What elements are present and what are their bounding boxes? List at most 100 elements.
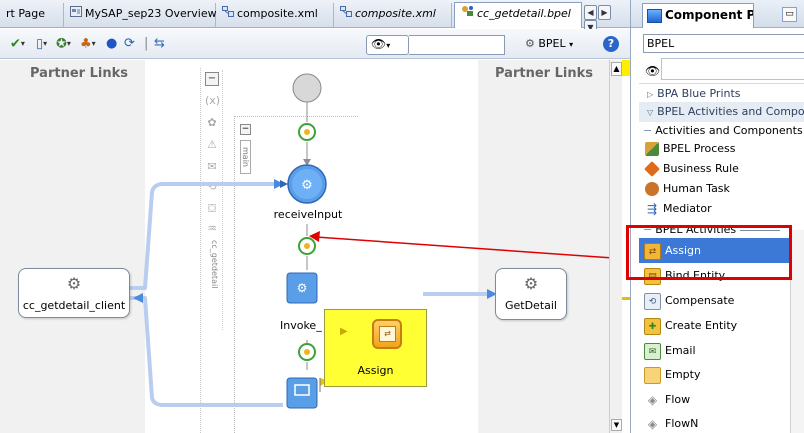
binoculars-icon: 👁 [371,37,387,51]
palette-item-label: Compensate [665,294,735,307]
tab-label: rt Page [6,7,45,20]
tab-composite-1[interactable]: composite.xml [216,3,334,27]
palette-category-dropdown[interactable]: BPEL [643,34,804,53]
tab-composite-2[interactable]: composite.xml [334,3,452,27]
separator: | [144,36,149,51]
people-button[interactable]: ♣▾ [80,37,96,52]
palette-item-email[interactable]: ✉ Email [639,338,804,363]
validate-button[interactable]: ✔▾ [10,37,25,52]
search-options-button[interactable]: 👁▾ [366,35,409,55]
mediator-icon: ⇶ [646,202,658,216]
palette-item-label: Create Entity [665,319,738,332]
bpel-editor: rt Page MySAP_sep23 Overview composite.x… [0,0,630,433]
create-entity-icon: ✚ [644,317,661,335]
collapse-icon: ▽ [647,108,654,117]
bookmark-button[interactable]: ▯▾ [36,37,47,52]
palette-item-label: Email [665,344,696,357]
palette-icon [647,8,662,23]
getdetail-partner-link-label: GetDetail [504,299,557,312]
editor-toolbar: ✔▾ ▯▾ ✪▾ ♣▾ ● ⟳ | ⇆ 👁▾ ⚙ BPEL ▾ ? [0,29,630,59]
search-input[interactable] [409,35,505,55]
dock-marker [622,60,630,76]
start-node [292,73,322,103]
category-label: BPEL Activities and Components [657,105,804,118]
palette-title: Component P... [665,8,754,22]
palette-item-human-task[interactable]: Human Task [639,179,804,199]
editor-tab-bar: rt Page MySAP_sep23 Overview composite.x… [0,0,630,35]
palette-item-empty[interactable]: Empty [639,362,804,387]
palette-item-business-rule[interactable]: Business Rule [639,159,804,179]
palette-item-flown[interactable]: ◈ FlowN [639,411,804,433]
assign-drag-preview: ▶ ⇄ Assign [324,309,427,387]
dock-marker [622,297,630,300]
flow-icon: ◈ [647,392,658,407]
flag-icon: ▶ [340,326,348,337]
expand-button[interactable]: ✪▾ [56,37,71,52]
drop-point [298,343,316,361]
refresh-icon[interactable]: ⟳ [124,37,135,51]
tab-label: cc_getdetail.bpel [477,7,571,20]
tab-start-page[interactable]: rt Page [0,3,64,27]
receive-label: receiveInput [273,208,343,221]
category-bpel-activities[interactable]: ▽BPEL Activities and Components [639,102,804,122]
palette-search-input[interactable] [661,58,804,80]
section-activities-components[interactable]: − Activities and Components [639,121,804,141]
drop-point [298,123,316,141]
human-task-icon [645,182,659,196]
help-button[interactable]: ? [603,36,619,52]
overview-icon [70,3,82,25]
business-rule-icon [644,161,660,177]
tab-overview[interactable]: MySAP_sep23 Overview [64,3,217,27]
svg-text:⚙: ⚙ [301,178,313,193]
tab-scroll-left-button[interactable]: ◀ [584,5,597,20]
palette-item-compensate[interactable]: ⟲ Compensate [639,288,804,313]
receive-activity: ⚙ [287,164,327,204]
client-partner-link[interactable]: ⚙ cc_getdetail_client [18,268,130,318]
palette-item-bpel-process[interactable]: BPEL Process [639,139,804,159]
palette-scrollbar[interactable] [790,230,804,433]
restore-icon[interactable]: ▭ [782,7,797,22]
svg-text:⚙: ⚙ [297,281,308,295]
composite-icon [340,3,352,25]
invoke-label: Invoke_ [280,319,322,332]
palette-item-label: Human Task [663,182,730,195]
palette-item-label: Mediator [663,202,712,215]
palette-item-label: BPEL Process [663,142,736,155]
tab-cc-getdetail-bpel[interactable]: cc_getdetail.bpel [454,2,582,28]
info-icon[interactable]: ● [106,37,117,51]
bpel-version-dropdown[interactable]: ⚙ BPEL ▾ [525,37,573,50]
scroll-up-button[interactable]: ▲ [611,62,622,76]
process-diagram: ⚙ ⚙ [130,73,622,409]
getdetail-partner-link[interactable]: ⚙ GetDetail [495,268,567,320]
palette-item-flow[interactable]: ◈ Flow [639,387,804,412]
palette-item-create-entity[interactable]: ✚ Create Entity [639,313,804,338]
palette-tab[interactable]: Component P... [642,3,754,28]
gear-icon: ⚙ [66,274,82,293]
arrow-head [133,293,143,303]
palette-item-mediator[interactable]: ⇶ Mediator [639,199,804,219]
section-title: Activities and Components [655,124,803,137]
palette-item-label: FlowN [665,417,699,430]
scroll-down-button[interactable]: ▼ [611,419,622,431]
canvas-vertical-scrollbar[interactable]: ▲ ▼ [609,60,622,433]
assign-icon: ⇄ [372,319,402,349]
client-partner-link-label: cc_getdetail_client [22,299,126,312]
compensate-icon: ⟲ [644,292,661,310]
bpel-label: BPEL [538,37,566,50]
empty-icon [644,366,661,384]
tab-label: composite.xml [355,7,436,20]
composite-icon [222,3,234,25]
email-icon: ✉ [644,342,661,360]
tab-scroll-right-button[interactable]: ▶ [598,5,611,20]
palette-item-label: Empty [665,368,701,381]
drop-point [298,237,316,255]
gear-icon: ⚙ [523,274,539,293]
layout-icon[interactable]: ⇆ [154,37,165,51]
process-canvas[interactable]: Partner Links Partner Links − (x) ✿ ⚠ ✉ … [0,60,622,433]
palette-item-label: Business Rule [663,162,739,175]
tab-navigation: ◀ ▶▼ [584,5,624,35]
bpel-link-icon: ⚙ [525,37,535,50]
category-bpa-blue-prints[interactable]: ▷ BPA Blue Prints [639,84,804,104]
binoculars-icon: 👁 [645,64,661,78]
category-label: BPA Blue Prints [657,87,741,100]
